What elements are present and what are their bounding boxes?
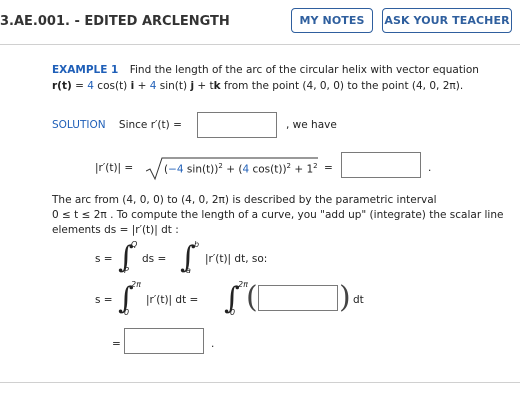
ask-teacher-button[interactable]: ASK YOUR TEACHER [382,8,512,33]
final-equals: = [112,338,121,350]
question-title: 3.AE.001. - EDITED ARCLENGTH [0,14,230,29]
integral2-upper: b [194,240,200,249]
integral3-upper: 2π [131,280,141,289]
right-paren-icon: ) [339,280,351,315]
paragraph-line2: 0 ≤ t ≤ 2π . To compute the length of a … [52,209,504,221]
example-text-line2: r(t) = 4 cos(t) i + 4 sin(t) j + tk from… [52,80,464,92]
formula1-s-eq: s = [95,253,113,265]
integral1-lower: P [124,266,129,275]
magnitude-answer-box[interactable] [341,152,421,178]
r-prime-answer-box[interactable] [197,112,277,138]
formula2-s-eq: s = [95,294,113,306]
formula2-dt: dt [353,294,364,306]
paragraph-line1: The arc from (4, 0, 0) to (4, 0, 2π) is … [52,194,437,206]
formula1-ds: ds = [142,253,167,265]
integral4-lower: 0 [230,308,236,317]
radicand: (−4 sin(t))2 + (4 cos(t))2 + 12 [164,162,318,176]
bottom-divider [0,382,520,383]
magnitude-period: . [428,162,432,174]
since-text: Since r′(t) = [118,119,182,131]
paragraph-line3: elements ds = |r′(t)| dt : [52,224,179,236]
solution-label: SOLUTION [52,119,106,131]
magnitude-equals: = [324,162,333,174]
integral1-upper: Q [131,240,138,249]
integrand-answer-box[interactable] [258,285,338,311]
solution-row: SOLUTION Since r′(t) = [52,119,182,131]
final-answer-box[interactable] [124,328,204,354]
example-text-line1: Find the length of the arc of the circul… [129,64,479,76]
header-divider [0,44,520,45]
header-bar: 3.AE.001. - EDITED ARCLENGTH MY NOTES AS… [0,0,520,42]
formula1-integrand: |r′(t)| dt, so: [205,253,268,265]
left-paren-icon: ( [246,280,258,315]
magnitude-lhs: |r′(t)| = [95,162,134,174]
parametric-paragraph: The arc from (4, 0, 0) to (4, 0, 2π) is … [52,193,514,238]
formula2-integrand: |r′(t)| dt = [146,294,199,306]
final-period: . [211,338,215,350]
integral2-lower: a [186,266,191,275]
example-statement: EXAMPLE 1 Find the length of the arc of … [52,62,507,94]
integral3-lower: 0 [124,308,130,317]
example-label: EXAMPLE 1 [52,64,119,76]
my-notes-button[interactable]: MY NOTES [291,8,373,33]
we-have-text: , we have [286,119,337,131]
